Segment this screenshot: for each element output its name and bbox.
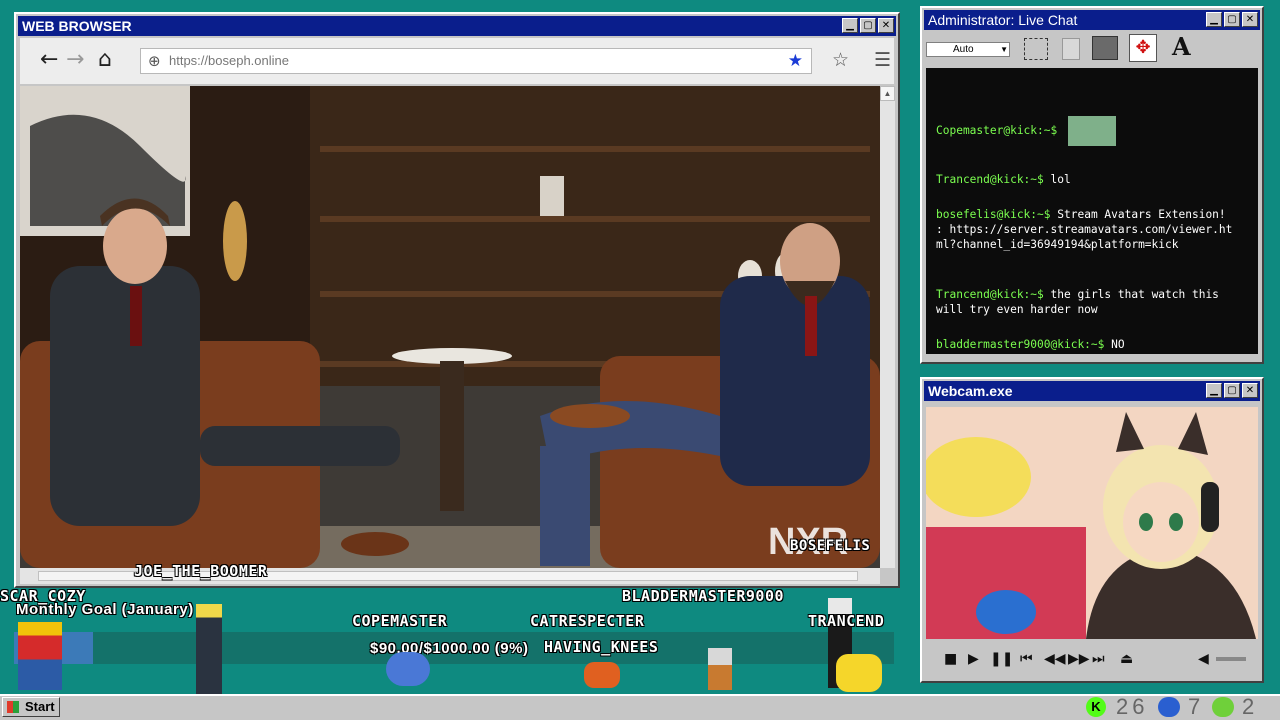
- chat-title: Administrator: Live Chat: [928, 12, 1078, 28]
- chat-messages: Copemaster@kick:~$ Trancend@kick:~$ lol …: [926, 68, 1258, 354]
- volume-slider[interactable]: [1216, 657, 1246, 661]
- pause-icon[interactable]: ❚❚: [990, 651, 1013, 667]
- chat-message: Trancend@kick:~$ the girls that watch th…: [936, 287, 1236, 317]
- play-icon[interactable]: ▶: [968, 651, 979, 667]
- address-bar[interactable]: ⊕ https://boseph.online ★: [140, 48, 812, 74]
- scroll-up-arrow[interactable]: ▲: [880, 86, 895, 101]
- chat-message: Copemaster@kick:~$: [936, 116, 1236, 146]
- avatar-name-bladdermaster: BLADDERMASTER9000: [622, 587, 785, 605]
- rewind-icon[interactable]: ◀◀: [1044, 651, 1066, 667]
- viewer-count: 26: [1116, 694, 1149, 719]
- hamburger-menu-icon[interactable]: ☰: [874, 48, 891, 72]
- maximize-button[interactable]: ▢: [1224, 383, 1240, 398]
- webcam-window: Webcam.exe ▁ ▢ ✕ ■ ▶ ❚❚ ⏮ ◀◀ ▶▶ ⏭ ⏏ ◀: [920, 377, 1264, 683]
- play-count: 2: [1242, 694, 1255, 719]
- chat-username: Copemaster@kick:~$: [936, 124, 1058, 137]
- chat-message: bladdermaster9000@kick:~$ NO: [936, 337, 1236, 352]
- minimize-button[interactable]: ▁: [842, 18, 858, 33]
- stop-icon[interactable]: ■: [944, 651, 957, 667]
- globe-icon: ⊕: [148, 52, 161, 70]
- chat-username: Trancend@kick:~$: [936, 288, 1044, 301]
- forward-arrow-icon[interactable]: →: [66, 48, 84, 72]
- avatar-name-copemaster: COPEMASTER: [352, 612, 448, 630]
- skip-forward-icon[interactable]: ⏭: [1092, 651, 1105, 667]
- chat-window: Administrator: Live Chat ▁ ▢ ✕ Auto ▼ ✥ …: [920, 6, 1264, 364]
- start-label: Start: [25, 699, 55, 714]
- crab-avatar-sprite: [584, 662, 620, 688]
- sanji-avatar-sprite: [196, 604, 222, 694]
- font-size-select[interactable]: Auto ▼: [926, 42, 1010, 57]
- copy-icon[interactable]: [1062, 38, 1080, 60]
- font-tool-icon[interactable]: A: [1172, 32, 1191, 61]
- avatar-name-joe: JOE_THE_BOOMER: [134, 562, 268, 580]
- vertical-scrollbar[interactable]: ▲: [880, 86, 895, 568]
- font-size-value: Auto: [953, 44, 974, 55]
- url-text: https://boseph.online: [169, 53, 289, 68]
- start-button[interactable]: Start: [2, 697, 60, 717]
- avatar-name-catrespecter: CATRESPECTER: [530, 612, 645, 630]
- chat-username: Trancend@kick:~$: [936, 173, 1044, 186]
- browser-navbar: ← → ⌂ ⊕ https://boseph.online ★ ☆ ☰: [20, 38, 894, 84]
- chat-message: Trancend@kick:~$ lol: [936, 172, 1236, 187]
- windows-logo-icon: [7, 701, 19, 713]
- goal-panel: Monthly Goal (January) $90.00/$1000.00 (…: [0, 598, 900, 694]
- moon-count: 7: [1188, 694, 1201, 719]
- skip-back-icon[interactable]: ⏮: [1020, 651, 1033, 667]
- chat-message: bosefelis@kick:~$ Stream Avatars Extensi…: [936, 207, 1236, 252]
- star-outline-icon[interactable]: ☆: [832, 48, 849, 72]
- emote-icon: [1068, 116, 1116, 146]
- chat-username: bladdermaster9000@kick:~$: [936, 338, 1105, 351]
- maximize-button[interactable]: ▢: [860, 18, 876, 33]
- fast-forward-icon[interactable]: ▶▶: [1068, 651, 1090, 667]
- play-status-icon: [1212, 697, 1234, 717]
- home-icon[interactable]: ⌂: [98, 48, 112, 72]
- chevron-down-icon: ▼: [1000, 45, 1008, 54]
- vtuber-avatar: [926, 407, 1258, 639]
- move-icon[interactable]: ✥: [1129, 34, 1157, 62]
- video-watermark-text: BOSEFELIS: [790, 538, 871, 554]
- webcam-titlebar[interactable]: Webcam.exe ▁ ▢ ✕: [924, 381, 1260, 401]
- avatar-name-having: HAVING_KNEES: [544, 638, 659, 656]
- avatar-name-scar: SCAR_COZY: [0, 587, 86, 605]
- kick-icon: K: [1086, 697, 1106, 717]
- minimize-button[interactable]: ▁: [1206, 383, 1222, 398]
- close-button[interactable]: ✕: [1242, 12, 1258, 27]
- back-arrow-icon[interactable]: ←: [40, 48, 58, 72]
- video-player[interactable]: NXR BOSEFELIS: [20, 86, 880, 568]
- knight-avatar-sprite: [708, 648, 732, 690]
- volume-icon[interactable]: ◀: [1198, 651, 1209, 667]
- browser-titlebar[interactable]: WEB BROWSER ▁ ▢ ✕: [18, 16, 896, 36]
- paste-icon[interactable]: [1092, 36, 1118, 60]
- close-button[interactable]: ✕: [1242, 383, 1258, 398]
- pokemon-avatar-sprite: [386, 652, 430, 686]
- browser-title: WEB BROWSER: [22, 18, 132, 34]
- chat-text: lol: [1050, 173, 1071, 186]
- star-filled-icon[interactable]: ★: [788, 51, 803, 71]
- media-controls: ■ ▶ ❚❚ ⏮ ◀◀ ▶▶ ⏭ ⏏ ◀: [926, 643, 1258, 677]
- webcam-title: Webcam.exe: [928, 383, 1013, 399]
- moon-icon: [1158, 697, 1180, 717]
- eject-icon[interactable]: ⏏: [1120, 651, 1133, 667]
- avatar-name-trancend: TRANCEND: [808, 612, 885, 630]
- podcast-scene: NXR: [20, 86, 880, 568]
- chat-toolbar: Auto ▼ ✥ A: [924, 32, 1260, 66]
- chat-titlebar[interactable]: Administrator: Live Chat ▁ ▢ ✕: [924, 10, 1260, 30]
- maximize-button[interactable]: ▢: [1224, 12, 1240, 27]
- chat-text: NO: [1111, 338, 1125, 351]
- minimize-button[interactable]: ▁: [1206, 12, 1222, 27]
- select-icon[interactable]: [1024, 38, 1048, 60]
- taskbar: Start K 26 7 2: [0, 694, 1280, 720]
- pikachu-avatar-sprite: [836, 654, 882, 692]
- webcam-feed: [926, 407, 1258, 639]
- chat-username: bosefelis@kick:~$: [936, 208, 1051, 221]
- browser-window: WEB BROWSER ▁ ▢ ✕ ← → ⌂ ⊕ https://boseph…: [14, 12, 900, 588]
- close-button[interactable]: ✕: [878, 18, 894, 33]
- luffy-avatar-sprite: [18, 622, 62, 690]
